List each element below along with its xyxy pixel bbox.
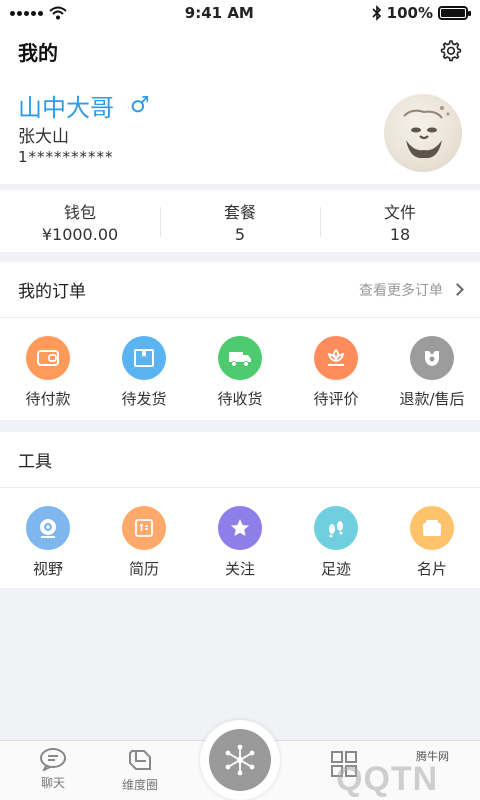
tool-footprint[interactable]: 足迹 (288, 506, 384, 579)
tool-business-card[interactable]: 名片 (384, 506, 480, 579)
profile-section[interactable]: 山中大哥 ♂ 张大山 1********** (0, 76, 480, 184)
tool-item-label: 简历 (128, 560, 159, 578)
tool-item-label: 关注 (224, 560, 255, 578)
tool-item-label: 视野 (32, 560, 63, 578)
stat-value: 18 (389, 224, 411, 244)
watermark-small: 腾牛网 (416, 750, 449, 763)
tool-item-label: 足迹 (320, 560, 351, 578)
center-action-button[interactable] (200, 720, 280, 800)
battery-icon (437, 6, 471, 20)
tab-dimension-circle[interactable]: 维度圈 (122, 747, 158, 793)
order-item-label: 待付款 (25, 390, 71, 408)
camera-icon (26, 506, 70, 550)
stat-wallet[interactable]: 钱包 ¥1000.00 (0, 199, 160, 244)
profile-phone: 1********** (18, 148, 114, 166)
footprint-icon (314, 506, 358, 550)
flower-icon (314, 336, 358, 380)
view-more-label: 查看更多订单 (359, 282, 443, 299)
service-icon (410, 336, 454, 380)
stat-value: ¥1000.00 (41, 224, 119, 244)
star-icon (218, 506, 262, 550)
watermark-text: QQTN (336, 760, 439, 798)
tools-card: 工具 视野 简历 关注 足迹 名片 (0, 432, 480, 588)
chat-icon (40, 748, 66, 771)
view-more-orders-link[interactable]: 查看更多订单 (359, 280, 464, 300)
stats-bar: 钱包 ¥1000.00 套餐 5 文件 18 (0, 190, 480, 252)
card-icon (410, 506, 454, 550)
order-item-label: 待发货 (121, 390, 167, 408)
orders-title: 我的订单 (18, 282, 86, 302)
order-pending-receipt[interactable]: 待收货 (192, 336, 288, 409)
signal-icon (10, 10, 43, 16)
avatar[interactable] (384, 94, 462, 172)
order-pending-review[interactable]: 待评价 (288, 336, 384, 409)
tool-item-label: 名片 (416, 560, 447, 578)
gender-male-icon: ♂ (130, 93, 150, 118)
tab-chat[interactable]: 聊天 (38, 747, 68, 791)
circle-icon (129, 750, 151, 770)
order-item-label: 退款/售后 (399, 390, 465, 408)
tool-resume[interactable]: 简历 (96, 506, 192, 579)
tool-follow[interactable]: 关注 (192, 506, 288, 579)
package-icon (122, 336, 166, 380)
wifi-icon (49, 6, 67, 20)
wallet-icon (26, 336, 70, 380)
order-pending-shipment[interactable]: 待发货 (96, 336, 192, 409)
battery-percent: 100% (386, 4, 433, 22)
page-header: 我的 (0, 26, 480, 76)
tool-vision[interactable]: 视野 (0, 506, 96, 579)
tools-title: 工具 (18, 452, 52, 472)
tab-label: 维度圈 (122, 778, 159, 792)
resume-icon (122, 506, 166, 550)
profile-nickname: 山中大哥 (18, 94, 114, 122)
order-item-label: 待评价 (313, 390, 359, 408)
gear-icon[interactable] (438, 39, 462, 63)
profile-real-name: 张大山 (18, 127, 69, 147)
tab-label: 聊天 (40, 776, 65, 790)
watermark: QQTN 腾牛网 (280, 742, 480, 800)
stat-value: 5 (234, 224, 246, 244)
order-pending-payment[interactable]: 待付款 (0, 336, 96, 409)
stat-label: 套餐 (223, 202, 256, 222)
stat-package[interactable]: 套餐 5 (160, 199, 320, 244)
page-title: 我的 (18, 40, 58, 65)
status-time: 9:41 AM (184, 4, 254, 22)
stat-files[interactable]: 文件 18 (320, 199, 480, 244)
order-refund-aftersale[interactable]: 退款/售后 (384, 336, 480, 409)
chevron-right-icon (451, 283, 464, 296)
stat-label: 钱包 (63, 202, 96, 222)
order-item-label: 待收货 (217, 390, 263, 408)
status-bar: 9:41 AM 100% (0, 0, 480, 26)
signal-wifi (10, 6, 67, 20)
network-icon (209, 729, 271, 791)
orders-card: 我的订单 查看更多订单 待付款 待发货 待收货 待评价 退款/售后 (0, 262, 480, 420)
truck-icon (218, 336, 262, 380)
bluetooth-icon (372, 5, 381, 21)
stat-label: 文件 (383, 202, 416, 222)
